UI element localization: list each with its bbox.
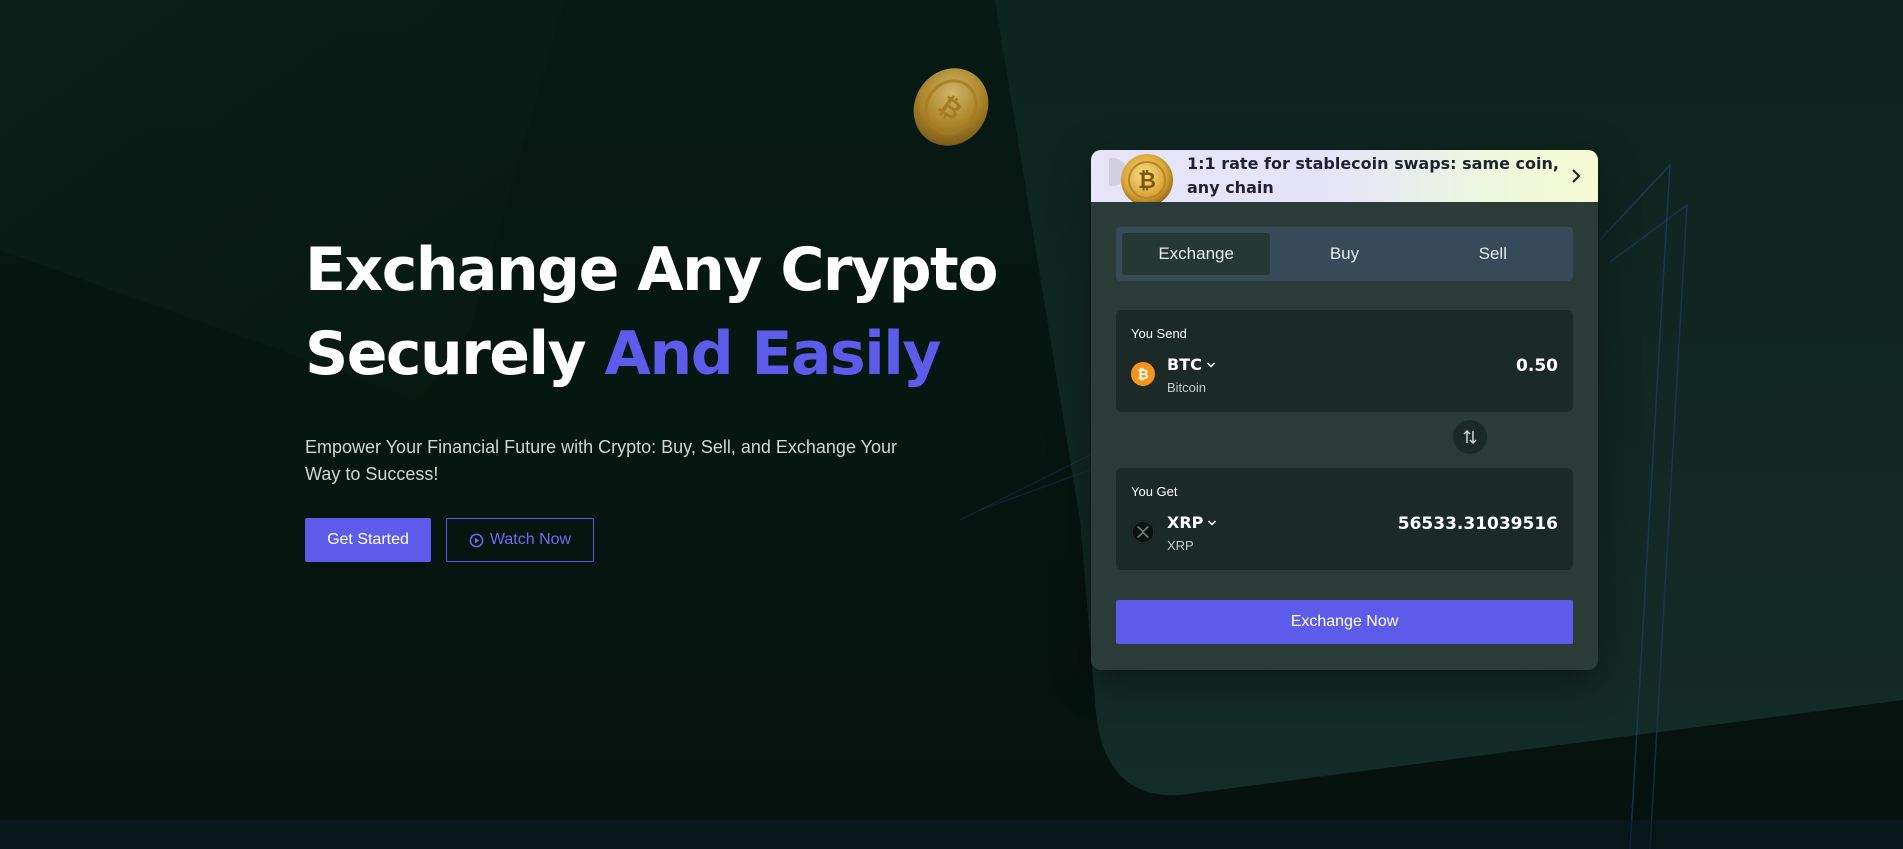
tab-sell[interactable]: Sell <box>1419 233 1567 275</box>
get-symbol: XRP <box>1167 513 1204 532</box>
play-circle-icon <box>469 533 484 547</box>
watch-now-button[interactable]: Watch Now <box>446 518 594 562</box>
send-asset-name: Bitcoin <box>1167 380 1207 395</box>
hero-title-line1: Exchange Any Crypto <box>305 235 998 305</box>
send-asset-selector[interactable]: BTC <box>1167 355 1216 374</box>
send-panel: You Send ₿ BTC Bitcoin 0.50 <box>1116 310 1573 412</box>
tab-exchange[interactable]: Exchange <box>1122 233 1271 275</box>
hero-subtitle: Empower Your Financial Future with Crypt… <box>305 437 897 484</box>
bitcoin-icon: ₿ <box>1131 362 1155 386</box>
svg-text:₿: ₿ <box>1138 169 1156 194</box>
get-started-button[interactable]: Get Started <box>305 518 431 562</box>
hero-actions: Get Started Watch Now <box>305 518 1005 562</box>
get-label: You Get <box>1131 484 1178 499</box>
chevron-right-icon <box>1572 169 1581 183</box>
get-asset-name: XRP <box>1167 538 1194 553</box>
svg-text:₿: ₿ <box>1137 367 1148 383</box>
chevron-down-icon <box>1208 519 1217 526</box>
promo-banner[interactable]: ₿ 1:1 rate for stablecoin swaps: same co… <box>1091 150 1598 202</box>
exchange-widget: ₿ 1:1 rate for stablecoin swaps: same co… <box>1091 150 1598 670</box>
send-label: You Send <box>1131 326 1187 341</box>
hero-title: Exchange Any Crypto Securely And Easily <box>305 228 1005 396</box>
swap-vertical-icon <box>1463 429 1477 445</box>
tab-buy[interactable]: Buy <box>1270 233 1418 275</box>
get-panel: You Get XRP XRP 56533.31039516 <box>1116 468 1573 570</box>
hero-title-accent: And Easily <box>604 319 942 389</box>
get-asset-selector[interactable]: XRP <box>1167 513 1217 532</box>
chevron-down-icon <box>1206 361 1215 368</box>
send-symbol: BTC <box>1167 355 1202 374</box>
watch-now-label: Watch Now <box>489 531 572 548</box>
xrp-icon <box>1131 520 1155 544</box>
get-amount-value: 56533.31039516 <box>1397 514 1558 534</box>
exchange-now-button[interactable]: Exchange Now <box>1116 600 1573 644</box>
hero-content: Exchange Any Crypto Securely And Easily … <box>305 228 1005 562</box>
bitcoin-coin-icon: ₿ <box>1109 154 1173 202</box>
swap-button[interactable] <box>1453 420 1487 454</box>
promo-text: 1:1 rate for stablecoin swaps: same coin… <box>1187 154 1559 197</box>
floating-bitcoin-coin-icon: ₿ <box>913 68 989 146</box>
send-amount-input[interactable]: 0.50 <box>1516 356 1558 376</box>
exchange-tabs: Exchange Buy Sell <box>1116 227 1573 281</box>
hero-title-line2: Securely <box>305 319 605 389</box>
hero-section: ₿ Exchange Any Crypto Securely And Easil… <box>0 0 1903 849</box>
